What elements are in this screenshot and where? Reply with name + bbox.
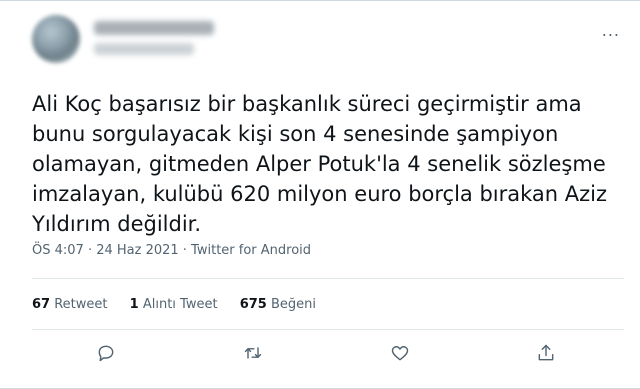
divider <box>32 329 624 330</box>
share-button[interactable] <box>536 343 560 367</box>
divider <box>32 278 624 279</box>
retweet-count: 67 <box>32 297 51 312</box>
like-button[interactable] <box>390 343 414 367</box>
share-icon <box>538 344 554 361</box>
reply-icon <box>98 345 114 362</box>
reply-button[interactable] <box>96 343 120 367</box>
retweet-button[interactable] <box>243 343 267 367</box>
like-icon <box>391 346 409 361</box>
quote-count: 1 <box>129 297 139 312</box>
like-count: 675 <box>239 297 267 312</box>
tweet-timestamp-source[interactable]: ÖS 4:07 · 24 Haz 2021 · Twitter for Andr… <box>32 243 311 258</box>
tweet-text: Ali Koç başarısız bir başkanlık süreci g… <box>32 92 608 236</box>
tweet-header: ... <box>32 15 620 65</box>
like-stat[interactable]: 675 Beğeni <box>240 297 316 312</box>
retweet-label: Retweet <box>54 297 108 312</box>
quote-tweet-stat[interactable]: 1 Alıntı Tweet <box>130 297 218 312</box>
username-blurred[interactable] <box>94 43 194 55</box>
tweet-actions <box>0 343 640 367</box>
avatar[interactable] <box>32 15 80 63</box>
retweet-stat[interactable]: 67 Retweet <box>32 297 108 312</box>
like-label: Beğeni <box>270 297 317 312</box>
quote-label: Alıntı Tweet <box>142 297 218 312</box>
more-icon[interactable]: ... <box>602 21 620 40</box>
display-name-blurred[interactable] <box>94 21 214 35</box>
tweet-card: ... Ali Koç başarısız bir başkanlık süre… <box>0 0 640 389</box>
tweet-stats: 67 Retweet 1 Alıntı Tweet 675 Beğeni <box>32 297 334 312</box>
retweet-icon <box>244 347 262 359</box>
